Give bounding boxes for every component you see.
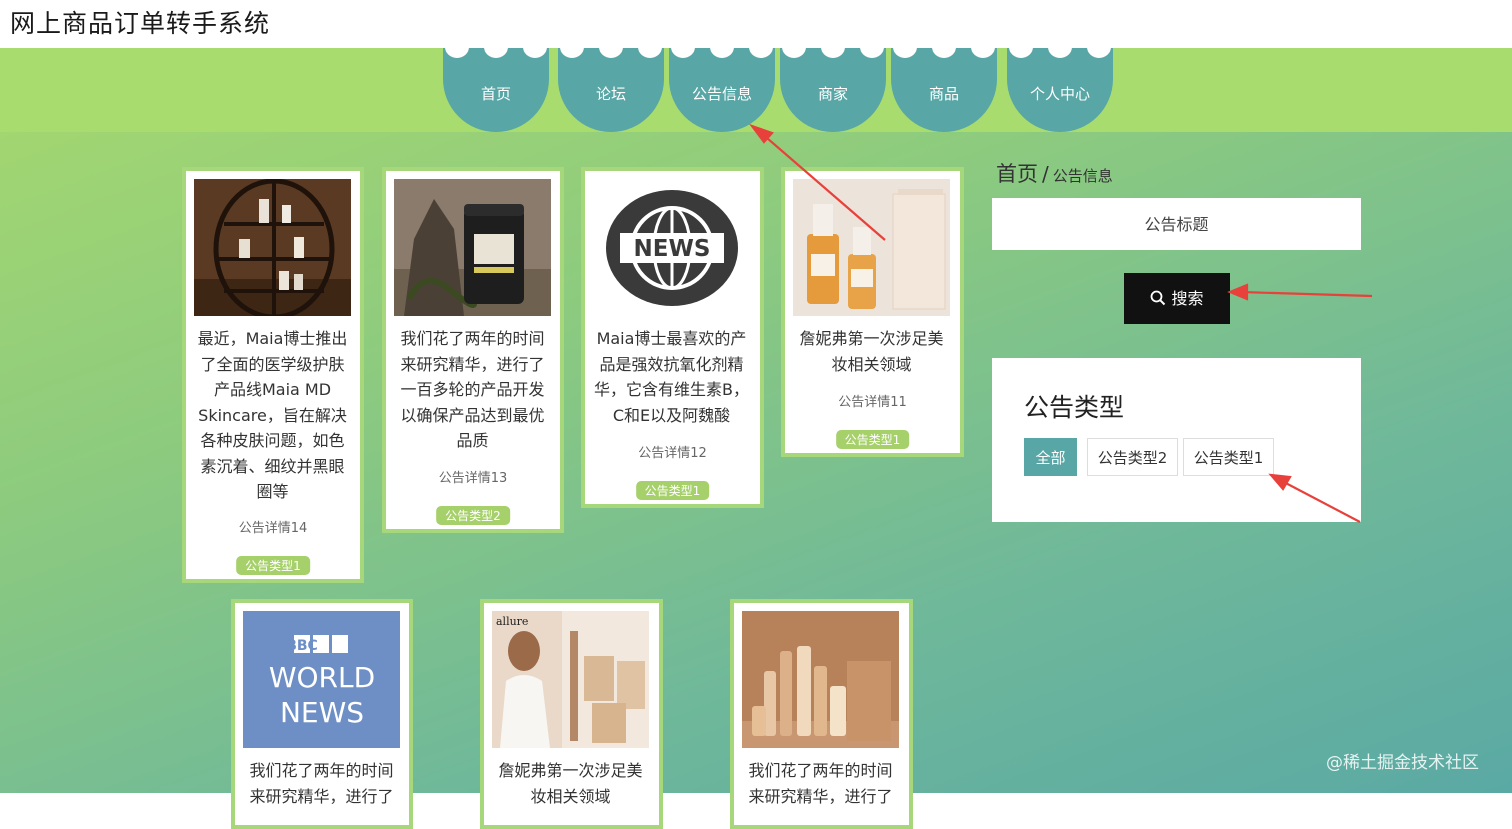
card-detail-link[interactable]: 公告详情13 xyxy=(386,467,560,486)
bbc-world-text: WORLD xyxy=(269,661,375,694)
serum-bottles-image xyxy=(793,179,950,316)
card-title: 我们花了两年的时间来研究精华，进行了一百多轮的产品开发以确保产品达到最优品质 xyxy=(400,329,545,450)
search-icon xyxy=(1150,289,1171,308)
nav-tab-label: 商品 xyxy=(928,85,959,103)
card-detail-link[interactable]: 公告详情11 xyxy=(785,391,960,410)
search-button[interactable]: 搜索 xyxy=(1124,273,1230,324)
skincare-shelf-image xyxy=(194,179,351,316)
card-title: 最近，Maia博士推出了全面的医学级护肤产品线Maia MD Skincare，… xyxy=(197,329,348,501)
card-title: 詹妮弗第一次涉足美妆相关领域 xyxy=(498,761,643,806)
announcement-card[interactable]: BBC WORLD NEWS 我们花了两年的时间来研究精华，进行了 xyxy=(231,599,413,829)
bbc-letter-1: BBC xyxy=(286,638,318,654)
announcement-card[interactable]: 我们花了两年的时间来研究精华，进行了 xyxy=(730,599,913,829)
breadcrumb: 首页 / 公告信息 xyxy=(996,158,1113,188)
announcement-card[interactable]: allure 詹妮弗第一次涉足美妆相关领域 xyxy=(480,599,663,829)
site-title: 网上商品订单转手系统 xyxy=(10,9,271,38)
nav-tab-label: 个人中心 xyxy=(1029,85,1090,103)
nav-tab-label: 商家 xyxy=(817,85,848,103)
bbc-world-news-image: BBC WORLD NEWS xyxy=(243,611,400,748)
category-title: 公告类型 xyxy=(1024,393,1125,422)
category-tag: 公告类型1 xyxy=(835,430,910,449)
breadcrumb-current: 公告信息 xyxy=(1052,167,1113,185)
card-title: 詹妮弗第一次涉足美妆相关领域 xyxy=(799,329,944,374)
search-input[interactable] xyxy=(992,198,1361,250)
category-type1-button[interactable]: 公告类型1 xyxy=(1183,438,1274,476)
svg-text:NEWS: NEWS xyxy=(634,236,711,262)
announcement-card[interactable]: 我们花了两年的时间来研究精华，进行了一百多轮的产品开发以确保产品达到最优品质 公… xyxy=(382,167,564,533)
announcement-card[interactable]: 詹妮弗第一次涉足美妆相关领域 公告详情11 公告类型1 xyxy=(781,167,964,457)
announcement-card[interactable]: NEWS Maia博士最喜欢的产品是强效抗氧化剂精华，它含有维生素B，C和E以及… xyxy=(581,167,764,508)
nav-tab-label: 首页 xyxy=(480,85,511,103)
supplement-jar-image xyxy=(394,179,551,316)
category-tag: 公告类型1 xyxy=(635,481,710,500)
magazine-beauty-image: allure xyxy=(492,611,649,748)
magazine-logo-text: allure xyxy=(496,615,528,628)
card-detail-link[interactable]: 公告详情12 xyxy=(585,442,760,461)
nav-tab-label: 论坛 xyxy=(595,85,626,103)
category-tag: 公告类型1 xyxy=(236,556,310,575)
search-button-label: 搜索 xyxy=(1171,289,1204,308)
card-detail-link[interactable]: 公告详情14 xyxy=(186,517,360,536)
category-tag: 公告类型2 xyxy=(436,506,510,525)
news-globe-image: NEWS xyxy=(593,179,750,316)
watermark: @稀土掘金技术社区 xyxy=(1326,753,1479,773)
card-title: 我们花了两年的时间来研究精华，进行了 xyxy=(249,761,394,806)
announcement-card[interactable]: 最近，Maia博士推出了全面的医学级护肤产品线Maia MD Skincare，… xyxy=(182,167,364,583)
cosmetics-set-image xyxy=(742,611,899,748)
category-type2-button[interactable]: 公告类型2 xyxy=(1087,438,1178,476)
breadcrumb-home[interactable]: 首页 xyxy=(996,162,1038,186)
card-title: 我们花了两年的时间来研究精华，进行了 xyxy=(748,761,893,806)
nav-tab-label: 公告信息 xyxy=(691,85,752,103)
card-title: Maia博士最喜欢的产品是强效抗氧化剂精华，它含有维生素B，C和E以及阿魏酸 xyxy=(594,329,749,425)
category-panel: 公告类型 全部 公告类型2 公告类型1 xyxy=(992,358,1361,522)
breadcrumb-separator: / xyxy=(1042,162,1049,186)
bbc-news-text: NEWS xyxy=(280,696,364,729)
category-all-button[interactable]: 全部 xyxy=(1024,438,1077,476)
